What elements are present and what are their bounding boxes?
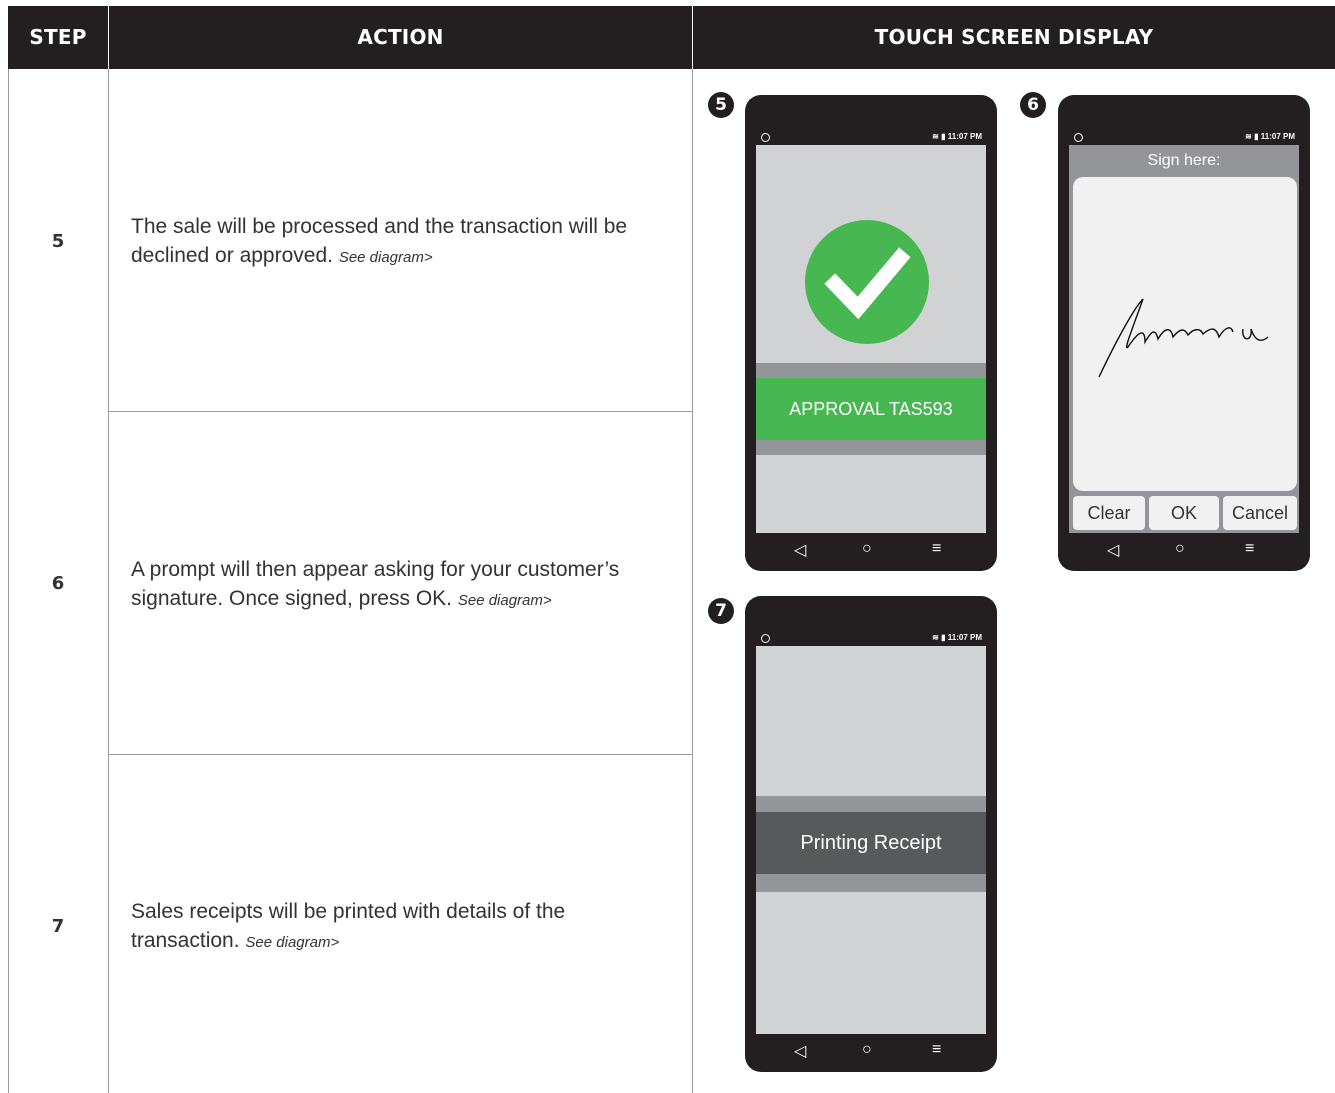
status-right: ≋ ▮ 11:07 PM xyxy=(1245,132,1295,141)
screen: APPROVAL TAS593 xyxy=(756,145,986,533)
nav-bar: ◁ ○ ≡ xyxy=(745,1036,997,1066)
screen: Printing Receipt xyxy=(756,646,986,1034)
action-text: Sales receipts will be printed with deta… xyxy=(131,900,566,952)
home-circle-icon[interactable]: ○ xyxy=(862,1041,872,1059)
action-text: A prompt will then appear asking for you… xyxy=(131,558,620,610)
table-column-divider xyxy=(692,69,693,1093)
status-bar: ≋ ▮ 11:07 PM xyxy=(745,131,997,145)
cancel-button[interactable]: Cancel xyxy=(1223,496,1297,530)
status-bar: ≋ ▮ 11:07 PM xyxy=(1058,131,1310,145)
wifi-icon: ≋ xyxy=(932,633,939,642)
step-badge: 7 xyxy=(708,598,734,624)
wifi-icon: ≋ xyxy=(1245,132,1252,141)
status-time: 11:07 PM xyxy=(1260,132,1295,141)
band-top xyxy=(756,796,986,812)
step-badge: 5 xyxy=(708,92,734,118)
approved-check-circle xyxy=(805,220,929,344)
band-top xyxy=(756,363,986,378)
screen: Sign here: Clear OK Cancel xyxy=(1069,145,1299,533)
menu-lines-icon[interactable]: ≡ xyxy=(932,1041,941,1059)
battery-icon: ▮ xyxy=(941,132,946,141)
checkmark-icon xyxy=(824,247,911,320)
battery-icon: ▮ xyxy=(1254,132,1259,141)
status-time: 11:07 PM xyxy=(947,633,982,642)
status-time: 11:07 PM xyxy=(947,132,982,141)
row-divider xyxy=(108,754,693,755)
signature-pad[interactable] xyxy=(1073,177,1297,491)
back-triangle-icon[interactable]: ◁ xyxy=(794,1041,806,1061)
clock-icon xyxy=(761,634,770,643)
phone-printing: ≋ ▮ 11:07 PM Printing Receipt ◁ ○ ≡ xyxy=(745,596,997,1072)
nav-bar: ◁ ○ ≡ xyxy=(1058,535,1310,565)
step-badge: 6 xyxy=(1020,92,1046,118)
home-circle-icon[interactable]: ○ xyxy=(1175,540,1185,558)
sign-title: Sign here: xyxy=(1069,145,1299,177)
see-diagram-link[interactable]: See diagram> xyxy=(245,934,339,951)
back-triangle-icon[interactable]: ◁ xyxy=(1107,540,1119,560)
menu-lines-icon[interactable]: ≡ xyxy=(932,540,941,558)
printing-banner: Printing Receipt xyxy=(756,812,986,874)
status-bar: ≋ ▮ 11:07 PM xyxy=(745,632,997,646)
status-right: ≋ ▮ 11:07 PM xyxy=(932,633,982,642)
header-action: ACTION xyxy=(357,25,444,49)
home-circle-icon[interactable]: ○ xyxy=(862,540,872,558)
band-bottom xyxy=(756,440,986,455)
approval-banner: APPROVAL TAS593 xyxy=(756,378,986,440)
clock-icon xyxy=(1074,133,1083,142)
step-number: 7 xyxy=(51,916,65,937)
header-step: STEP xyxy=(29,25,87,49)
step-number: 5 xyxy=(51,231,65,252)
table-column-divider xyxy=(108,69,109,1093)
menu-lines-icon[interactable]: ≡ xyxy=(1245,540,1254,558)
nav-bar: ◁ ○ ≡ xyxy=(745,535,997,565)
wifi-icon: ≋ xyxy=(932,132,939,141)
status-right: ≋ ▮ 11:07 PM xyxy=(932,132,982,141)
clock-icon xyxy=(761,133,770,142)
row-divider xyxy=(108,411,693,412)
table-header: STEP ACTION TOUCH SCREEN DISPLAY xyxy=(8,6,1335,69)
see-diagram-link[interactable]: See diagram> xyxy=(339,249,433,266)
phone-approval: ≋ ▮ 11:07 PM APPROVAL TAS593 ◁ ○ ≡ xyxy=(745,95,997,571)
step-number: 6 xyxy=(51,573,65,594)
clear-button[interactable]: Clear xyxy=(1073,496,1145,530)
battery-icon: ▮ xyxy=(941,633,946,642)
header-display: TOUCH SCREEN DISPLAY xyxy=(874,25,1154,49)
phone-signature: ≋ ▮ 11:07 PM Sign here: Clear OK Cancel … xyxy=(1058,95,1310,571)
signature-drawing xyxy=(1098,298,1269,378)
action-text: The sale will be processed and the trans… xyxy=(131,215,628,267)
band-bottom xyxy=(756,874,986,892)
ok-button[interactable]: OK xyxy=(1149,496,1219,530)
see-diagram-link[interactable]: See diagram> xyxy=(458,592,552,609)
back-triangle-icon[interactable]: ◁ xyxy=(794,540,806,560)
